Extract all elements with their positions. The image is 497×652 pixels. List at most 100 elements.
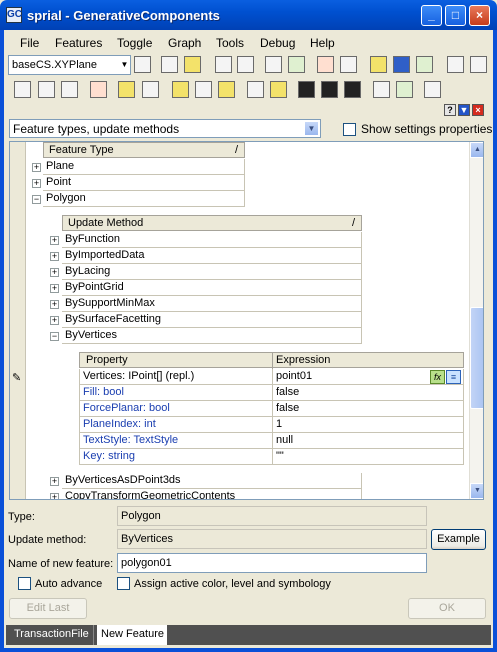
expand-icon[interactable]: + (50, 316, 59, 325)
scroll-thumb[interactable] (470, 307, 483, 409)
points-filter-icon[interactable] (344, 81, 361, 98)
open-folder-icon[interactable] (184, 56, 201, 73)
list-editor-icon[interactable]: ≡ (446, 370, 461, 384)
app-icon[interactable]: GC (6, 7, 22, 23)
coordinate-system-select[interactable]: baseCS.XYPlane ▼ (8, 55, 131, 75)
grid-icon[interactable] (134, 56, 151, 73)
property-row-vertices[interactable]: Vertices: IPoint[] (repl.) point01 (79, 369, 464, 385)
method-row-byimporteddata[interactable]: ByImportedData (62, 248, 362, 264)
menu-help[interactable]: Help (310, 36, 335, 50)
tab-new-feature[interactable]: New Feature (97, 625, 167, 645)
expand-icon[interactable]: + (50, 268, 59, 277)
expand-icon[interactable]: + (50, 236, 59, 245)
graph-layout-icon[interactable] (470, 56, 487, 73)
lock-icon[interactable] (424, 81, 441, 98)
axes-icon[interactable] (416, 56, 433, 73)
method-row-bysupportminmax[interactable]: BySupportMinMax (62, 296, 362, 312)
node-group-icon[interactable] (38, 81, 55, 98)
step-into-icon[interactable] (317, 56, 334, 73)
close-panel-icon[interactable]: × (472, 104, 484, 116)
property-row-key[interactable]: Key: string "" (79, 449, 464, 465)
collapse-icon[interactable]: − (50, 332, 59, 341)
vertical-scrollbar[interactable]: ▲ ▼ (469, 142, 483, 499)
expand-icon[interactable]: + (32, 163, 41, 172)
feature-name-input[interactable]: polygon01 (117, 553, 427, 573)
point-grid-icon[interactable] (195, 81, 212, 98)
cube-icon[interactable] (373, 81, 390, 98)
delete-icon[interactable] (90, 81, 107, 98)
feature-type-row-plane[interactable]: Plane (43, 159, 245, 175)
target-icon[interactable] (340, 56, 357, 73)
expand-icon[interactable]: + (50, 477, 59, 486)
property-expression-input[interactable]: false (272, 385, 464, 401)
feature-type-row-point[interactable]: Point (43, 175, 245, 191)
show-settings-checkbox[interactable] (343, 123, 356, 136)
function-icon[interactable]: fx (430, 370, 445, 384)
help-icon[interactable]: ? (444, 104, 456, 116)
points-icon[interactable] (298, 81, 315, 98)
property-row-textstyle[interactable]: TextStyle: TextStyle null (79, 433, 464, 449)
example-button[interactable]: Example (431, 529, 486, 550)
draw-shape-icon[interactable] (393, 56, 410, 73)
edit-last-button[interactable]: Edit Last (9, 598, 87, 619)
hierarchy-icon[interactable] (396, 81, 413, 98)
method-row-byvertices[interactable]: ByVertices (62, 328, 362, 344)
method-row-byverticesasdpoint3ds[interactable]: ByVerticesAsDPoint3ds (62, 473, 362, 489)
method-row-bylacing[interactable]: ByLacing (62, 264, 362, 280)
property-row-forceplanar[interactable]: ForcePlanar: bool false (79, 401, 464, 417)
feature-filter-select[interactable]: Feature types, update methods ▼ (9, 119, 321, 138)
menu-tools[interactable]: Tools (216, 36, 244, 50)
save-all-icon[interactable] (237, 56, 254, 73)
chevron-down-icon[interactable]: ▼ (120, 57, 129, 73)
scroll-down-icon[interactable]: ▼ (470, 483, 483, 499)
play-icon[interactable] (118, 81, 135, 98)
line-icon[interactable] (142, 81, 159, 98)
expand-icon[interactable]: + (32, 179, 41, 188)
method-row-bypointgrid[interactable]: ByPointGrid (62, 280, 362, 296)
property-column-header[interactable]: Property (83, 353, 271, 369)
maximize-button[interactable]: □ (445, 5, 466, 26)
property-row-planeindex[interactable]: PlaneIndex: int 1 (79, 417, 464, 433)
node-link-icon[interactable] (61, 81, 78, 98)
close-button[interactable]: × (469, 5, 490, 26)
dropdown-icon[interactable]: ▼ (458, 104, 470, 116)
feature-type-header[interactable]: Feature Type / (43, 142, 245, 158)
script-icon[interactable] (265, 56, 282, 73)
property-expression-input[interactable]: false (272, 401, 464, 417)
method-row-byfunction[interactable]: ByFunction (62, 232, 362, 248)
tab-transaction-file[interactable]: TransactionFile (10, 625, 94, 645)
property-expression-input[interactable]: null (272, 433, 464, 449)
menu-features[interactable]: Features (55, 36, 102, 50)
expand-icon[interactable]: + (50, 300, 59, 309)
layout-icon[interactable] (447, 56, 464, 73)
draw-line-icon[interactable] (370, 56, 387, 73)
property-expression-input[interactable]: "" (272, 449, 464, 465)
step-icon[interactable] (172, 81, 189, 98)
menu-file[interactable]: File (20, 36, 39, 50)
minimize-button[interactable]: _ (421, 5, 442, 26)
save-icon[interactable] (215, 56, 232, 73)
update-method-header[interactable]: Update Method / (62, 215, 362, 231)
expand-icon[interactable]: + (50, 252, 59, 261)
menu-toggle[interactable]: Toggle (117, 36, 152, 50)
points-select-icon[interactable] (321, 81, 338, 98)
collapse-icon[interactable]: − (32, 195, 41, 204)
ok-button[interactable]: OK (408, 598, 486, 619)
method-row-copytransform[interactable]: CopyTransformGeometricContents (62, 489, 362, 499)
list-icon[interactable] (247, 81, 264, 98)
expand-icon[interactable]: + (50, 493, 59, 499)
cycle-icon[interactable] (270, 81, 287, 98)
expand-icon[interactable]: + (50, 284, 59, 293)
measure-icon[interactable] (218, 81, 235, 98)
new-file-icon[interactable] (161, 56, 178, 73)
property-expression-input[interactable]: 1 (272, 417, 464, 433)
auto-advance-checkbox[interactable] (18, 577, 31, 590)
property-row-fill[interactable]: Fill: bool false (79, 385, 464, 401)
menu-debug[interactable]: Debug (260, 36, 295, 50)
scroll-up-icon[interactable]: ▲ (470, 142, 483, 158)
menu-graph[interactable]: Graph (168, 36, 201, 50)
refresh-icon[interactable] (288, 56, 305, 73)
expression-column-header[interactable]: Expression (272, 353, 462, 369)
assign-symbology-checkbox[interactable] (117, 577, 130, 590)
chevron-down-icon[interactable]: ▼ (304, 121, 319, 136)
